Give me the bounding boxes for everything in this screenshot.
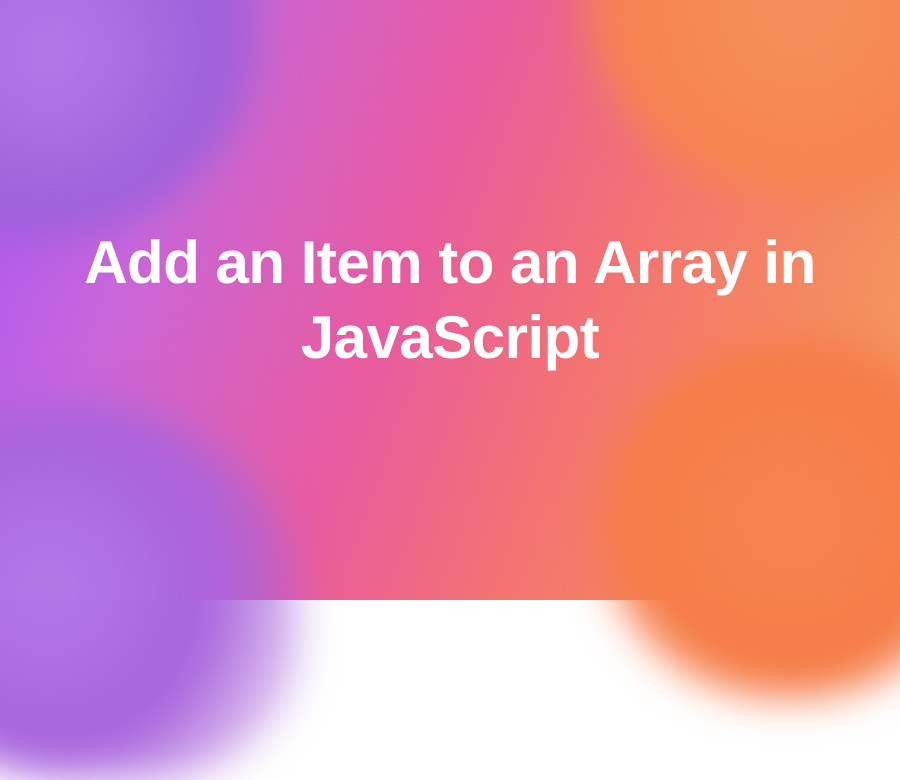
main-title: Add an Item to an Array in JavaScript (60, 225, 840, 375)
title-container: Add an Item to an Array in JavaScript (0, 0, 900, 600)
